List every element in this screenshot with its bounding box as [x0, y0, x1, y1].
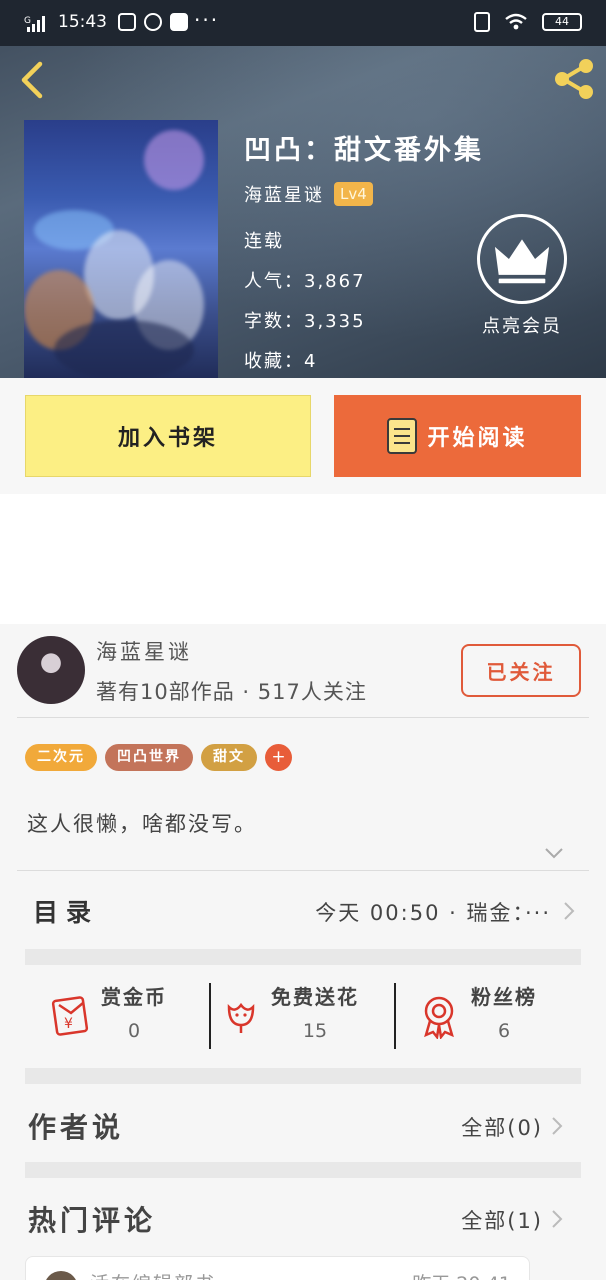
vip-button[interactable]: 点亮会员 — [476, 214, 568, 338]
wechat-icon — [144, 13, 162, 31]
toc-update-info: 今天 00:50 · 瑞金：··· — [315, 901, 551, 925]
fan-ranking-stat[interactable]: 粉丝榜 6 — [471, 981, 537, 1042]
svg-text:¥: ¥ — [64, 1016, 73, 1032]
share-button[interactable] — [552, 56, 596, 102]
follow-label: 已关注 — [486, 660, 556, 684]
author-stats: 著有10部作品 · 517人关注 — [96, 680, 367, 704]
blank-area — [0, 494, 606, 624]
stat-value: 0 — [127, 1020, 141, 1042]
vip-label: 点亮会员 — [482, 316, 562, 337]
chevron-down-icon[interactable] — [544, 846, 564, 860]
stat-label: 赏金币 — [101, 985, 167, 1009]
tag-list: 二次元 凹凸世界 甜文 + — [25, 744, 292, 771]
divider — [394, 983, 396, 1049]
mail-icon — [170, 13, 188, 31]
divider — [209, 983, 211, 1049]
more-notifications-icon: ··· — [194, 8, 220, 32]
stat-value: 15 — [302, 1020, 328, 1042]
free-flowers-stat[interactable]: 免费送花 15 — [271, 981, 359, 1042]
commenter-avatar[interactable] — [44, 1271, 78, 1280]
hot-comments-title: 热门评论 — [28, 1204, 157, 1237]
battery-icon: 44 — [542, 13, 582, 31]
comment-time: 昨天 20:41 — [412, 1269, 511, 1280]
chevron-right-icon — [564, 902, 575, 920]
svg-text:G: G — [24, 16, 31, 26]
tag[interactable]: 凹凸世界 — [105, 744, 193, 771]
reward-coins-stat[interactable]: 赏金币 0 — [101, 981, 167, 1042]
word-count-row: 字数：3,335 — [244, 311, 366, 332]
book-status: 连载 — [244, 231, 284, 252]
section-separator — [25, 949, 581, 965]
add-tag-button[interactable]: + — [265, 744, 292, 771]
add-to-shelf-label: 加入书架 — [117, 426, 218, 451]
toc-title: 目录 — [33, 898, 100, 927]
hot-comments-all-link[interactable]: 全部(1) — [461, 1205, 543, 1235]
back-button[interactable] — [14, 58, 50, 102]
section-separator — [25, 1068, 581, 1084]
book-header: G 15:43 ··· 44 凹凸：甜文番外集 海蓝星谜 Lv4 连载 人气：3… — [0, 0, 606, 378]
author-says-row[interactable]: 作者说 全部(0) — [25, 1086, 581, 1164]
book-cover[interactable] — [24, 120, 218, 378]
author-bio: 这人很懒，啥都没写。 — [27, 812, 257, 836]
tag[interactable]: 二次元 — [25, 744, 97, 771]
stat-label: 粉丝榜 — [471, 985, 537, 1009]
status-bar: G 15:43 ··· 44 — [0, 0, 606, 46]
favorites-value: 4 — [304, 351, 318, 372]
stat-value: 6 — [497, 1020, 511, 1042]
author-name[interactable]: 海蓝星谜 — [96, 636, 192, 666]
book-author[interactable]: 海蓝星谜 — [244, 181, 324, 207]
vibrate-icon — [474, 12, 490, 32]
chevron-right-icon — [552, 1117, 563, 1135]
add-to-shelf-button[interactable]: 加入书架 — [25, 395, 311, 477]
author-says-all-link[interactable]: 全部(0) — [461, 1112, 543, 1142]
stat-label: 免费送花 — [271, 985, 359, 1009]
hot-comments-row[interactable]: 热门评论 全部(1) — [25, 1179, 581, 1257]
tag[interactable]: 甜文 — [201, 744, 257, 771]
chevron-right-icon — [552, 1210, 563, 1228]
author-section: 海蓝星谜 著有10部作品 · 517人关注 已关注 二次元 凹凸世界 甜文 + … — [0, 624, 606, 1280]
author-says-title: 作者说 — [28, 1111, 125, 1144]
crown-icon — [494, 239, 550, 284]
table-of-contents-row[interactable]: 目录 今天 00:50 · 瑞金：··· — [25, 871, 581, 949]
medal-icon — [424, 996, 454, 1039]
red-envelope-icon: ¥ — [51, 996, 89, 1036]
book-icon — [387, 418, 418, 454]
commenter-name[interactable]: 活在编辑部书 — [90, 1269, 216, 1280]
author-avatar[interactable] — [17, 636, 85, 704]
action-bar: 加入书架 开始阅读 — [0, 378, 606, 494]
status-time: 15:43 — [58, 12, 107, 32]
section-separator — [25, 1162, 581, 1178]
divider — [17, 717, 589, 718]
start-reading-label: 开始阅读 — [427, 426, 528, 451]
word-count-value: 3,335 — [304, 311, 366, 332]
book-title: 凹凸：甜文番外集 — [244, 135, 484, 166]
start-reading-button[interactable]: 开始阅读 — [334, 395, 581, 477]
favorites-row: 收藏：4 — [244, 351, 318, 372]
signal-icon: G — [24, 16, 45, 32]
comment-card[interactable]: 活在编辑部书 昨天 20:41 — [25, 1256, 530, 1280]
wifi-icon — [505, 13, 527, 30]
author-level-badge: Lv4 — [334, 182, 373, 206]
popularity-value: 3,867 — [304, 271, 366, 292]
follow-button[interactable]: 已关注 — [461, 644, 581, 697]
notification-icon — [118, 13, 136, 31]
popularity-row: 人气：3,867 — [244, 271, 366, 292]
stats-row: ¥ 赏金币 0 免费送花 15 粉丝榜 6 — [25, 967, 581, 1067]
flower-icon — [227, 1002, 255, 1033]
